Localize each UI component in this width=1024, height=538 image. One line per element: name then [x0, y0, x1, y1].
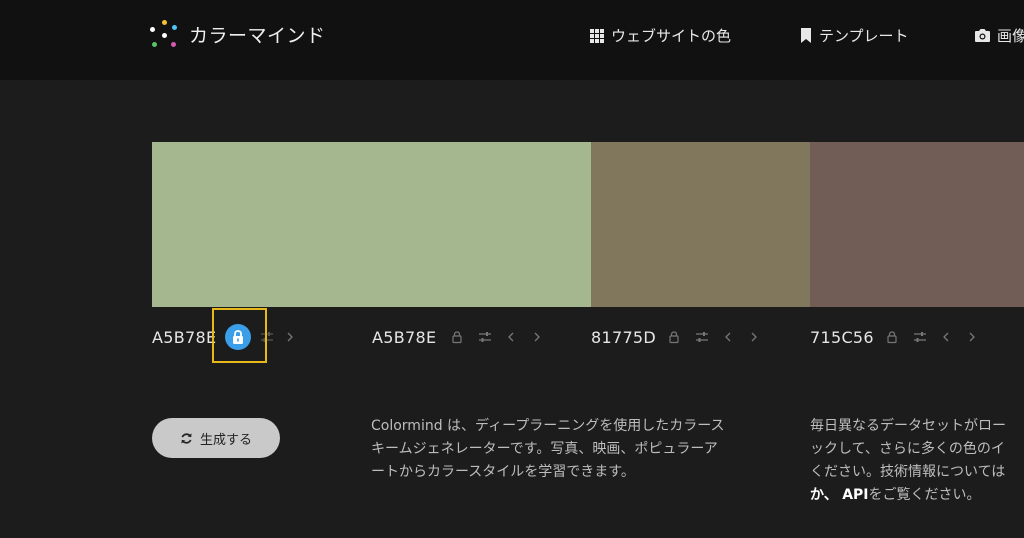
info-line: ックして、さらに多くの色のイ — [810, 441, 1005, 457]
lock-highlight-box — [212, 308, 267, 363]
nav-templates-label: テンプレート — [819, 27, 909, 45]
chevron-right-icon[interactable] — [747, 330, 761, 344]
description-text: Colormind は、ディープラーニングを使用したカラース キームジェネレータ… — [371, 415, 766, 484]
description-line: キームジェネレーターです。写真、映画、ポピュラーア — [371, 441, 718, 457]
colormind-logo-icon[interactable] — [150, 20, 180, 50]
color-swatch-4[interactable] — [810, 142, 1024, 307]
hex-value[interactable]: A5B78E — [372, 328, 450, 347]
chevron-right-icon[interactable] — [283, 330, 297, 344]
nav-image[interactable]: 画像 — [975, 25, 1024, 46]
chevron-right-icon[interactable] — [965, 330, 979, 344]
nav-website-colors[interactable]: ウェブサイトの色 — [590, 25, 731, 46]
nav-templates[interactable]: テンプレート — [800, 25, 909, 46]
description-line: ートからカラースタイルを学習できます。 — [371, 464, 635, 480]
chevron-left-icon[interactable] — [939, 330, 953, 344]
nav-website-colors-label: ウェブサイトの色 — [611, 27, 732, 45]
info-text: 毎日異なるデータセットがロー ックして、さらに多くの色のイ ください。技術情報に… — [810, 415, 1024, 507]
info-suffix: をご覧ください。 — [868, 487, 981, 503]
swatch-controls-3: 81775D — [591, 325, 761, 349]
grid-icon — [590, 28, 604, 43]
chevron-left-icon[interactable] — [504, 330, 518, 344]
info-line: ください。技術情報については — [810, 464, 1006, 480]
chevron-left-icon[interactable] — [721, 330, 735, 344]
color-swatch-3[interactable] — [591, 142, 811, 307]
generate-button[interactable]: 生成する — [152, 418, 280, 458]
swatch-controls-4: 715C56 — [810, 325, 979, 349]
bookmark-icon — [801, 28, 811, 43]
nav-image-label: 画像 — [997, 27, 1024, 45]
top-navigation-bar: カラーマインド ウェブサイトの色 テンプレート 画像 — [0, 0, 1024, 80]
adjust-sliders-icon[interactable] — [695, 330, 709, 344]
brand-name[interactable]: カラーマインド — [189, 21, 326, 48]
lock-icon[interactable] — [885, 330, 899, 344]
adjust-sliders-icon[interactable] — [478, 330, 492, 344]
chevron-right-icon[interactable] — [530, 330, 544, 344]
hex-value[interactable]: 81775D — [591, 328, 667, 347]
info-prefix: か、 — [810, 487, 838, 503]
info-line: 毎日異なるデータセットがロー — [810, 418, 1006, 434]
generate-button-label: 生成する — [199, 432, 252, 448]
adjust-sliders-icon[interactable] — [913, 330, 927, 344]
color-swatch-2[interactable] — [372, 142, 592, 307]
info-line-4: か、 APIをご覧ください。 — [810, 484, 1024, 507]
lock-icon[interactable] — [450, 330, 464, 344]
description-line: Colormind は、ディープラーニングを使用したカラース — [371, 418, 725, 434]
color-swatch-1[interactable] — [152, 142, 372, 307]
swatch-controls-2: A5B78E — [372, 325, 544, 349]
lock-icon[interactable] — [667, 330, 681, 344]
camera-icon — [975, 29, 990, 42]
hex-value[interactable]: 715C56 — [810, 328, 885, 347]
api-link[interactable]: API — [842, 487, 868, 503]
refresh-icon — [181, 432, 192, 444]
